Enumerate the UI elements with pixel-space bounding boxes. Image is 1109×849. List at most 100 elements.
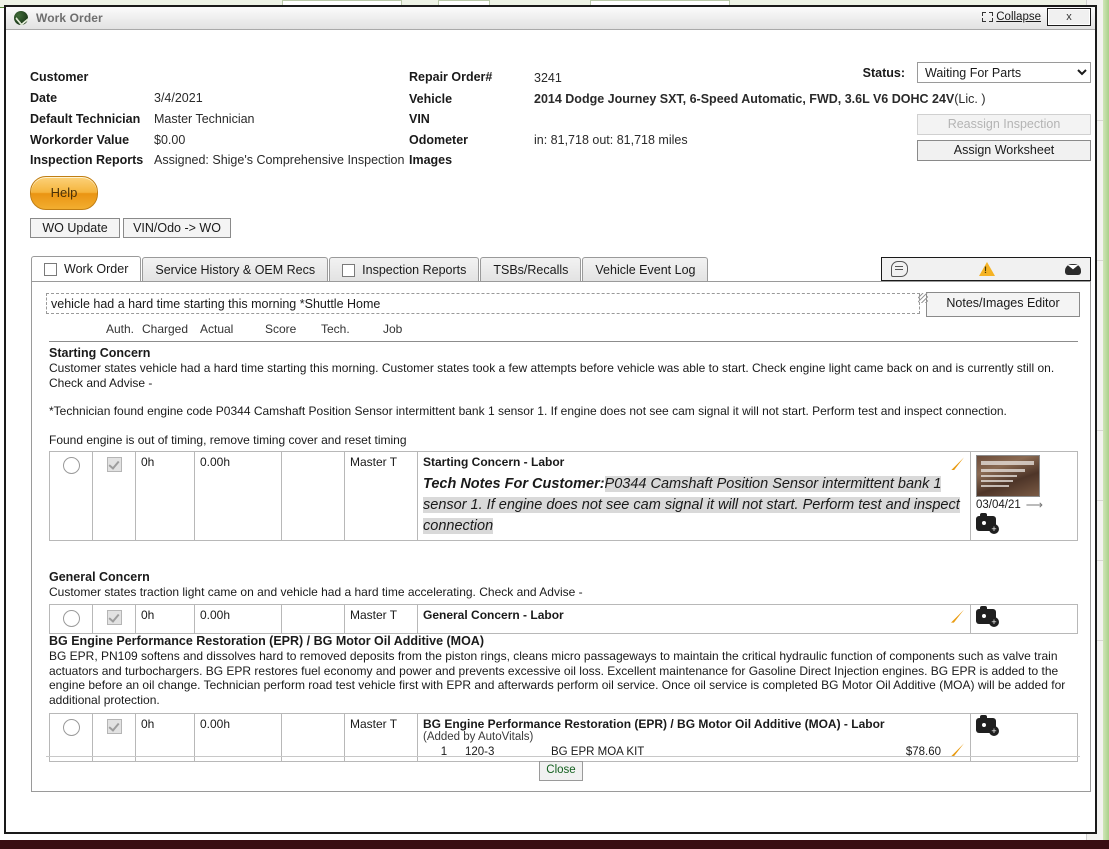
cell-auth: 0h [135,713,195,763]
help-button[interactable]: Help [30,176,98,210]
dialog-titlebar: Work Order Collapse x [6,7,1095,30]
collapse-button[interactable]: Collapse [982,11,1041,23]
dialog-body: Customer Date Default Technician Workord… [6,30,1095,832]
column-score: Score [265,322,297,336]
label-odometer: Odometer [409,133,469,147]
job-title: BG Engine Performance Restoration (EPR) … [423,717,885,732]
cell-images: + [970,713,1078,763]
job-title: General Concern - Labor [423,607,564,622]
job-photo-thumbnail[interactable] [976,455,1040,498]
job-approved-checkbox-cell [92,603,136,634]
collapse-label[interactable]: Collapse [996,11,1041,23]
label-customer: Customer [30,70,89,84]
vin-odo-to-wo-button[interactable]: VIN/Odo -> WO [123,218,231,238]
column-headers: Auth. Charged Actual Score Tech. Job [32,322,1090,342]
label-vehicle: Vehicle [409,92,453,106]
notes-resize-grip[interactable] [918,293,928,303]
table-row[interactable]: 0h 0.00h Master T BG Engine Performance … [49,713,1078,763]
tab-vehicle-event-log[interactable]: Vehicle Event Log [582,257,709,282]
section-body-line: Found engine is out of timing, remove ti… [49,432,407,447]
section-body-line: *Technician found engine code P0344 Cams… [49,404,1007,419]
assign-worksheet-button[interactable]: Assign Worksheet [917,140,1091,161]
cell-actual [281,603,345,634]
job-select-radio-cell[interactable] [49,713,93,763]
add-photo-camera-icon[interactable]: + [976,605,999,627]
job-select-radio-cell[interactable] [49,603,93,634]
cell-actual [281,451,345,542]
tab-bar: Work Order Service History & OEM Recs In… [31,256,709,282]
chat-bubble-icon[interactable] [891,261,908,277]
work-order-panel: Notes/Images Editor Auth. Charged Actual… [31,281,1091,792]
value-vehicle: 2014 Dodge Journey SXT, 6-Speed Automati… [534,92,986,106]
job-table: 0h 0.00h Master T General Concern - Labo… [49,603,1078,634]
add-photo-camera-icon[interactable]: + [976,513,999,535]
status-select[interactable]: Waiting For Parts [917,62,1091,83]
tab-inspection-reports[interactable]: Inspection Reports [329,257,480,282]
value-workorder-value: $0.00 [154,133,186,147]
notes-images-editor-button[interactable]: Notes/Images Editor [926,292,1080,317]
cell-tech: Master T [344,451,418,542]
section-body-line: BG EPR, PN109 softens and dissolves hard… [49,649,1066,707]
close-button[interactable]: Close [539,761,583,781]
background-green-edge [1103,0,1109,849]
value-date: 3/4/2021 [154,91,203,105]
cell-job: BG Engine Performance Restoration (EPR) … [417,713,971,763]
cell-auth: 0h [135,603,195,634]
photo-meta: 03/04/21 ⟶ [976,499,1072,512]
warning-triangle-icon[interactable] [978,262,995,276]
checkbox-checked-disabled-icon [106,609,122,625]
radio-icon[interactable] [62,719,80,737]
screen-root: Work Order Collapse x Customer Date Defa… [0,0,1109,849]
wo-update-button[interactable]: WO Update [30,218,120,238]
cell-charged: 0.00h [194,451,282,542]
column-job: Job [383,322,403,336]
value-inspection-reports: Assigned: Shige's Comprehensive Inspecti… [154,153,405,167]
tab-tsbs-recalls[interactable]: TSBs/Recalls [480,257,582,282]
job-table: 0h 0.00h Master T Starting Concern - Lab… [49,451,1078,542]
checkbox-checked-disabled-icon [106,457,122,473]
section-body-line: Customer states traction light came on a… [49,585,583,599]
section-bg-epr-moa: BG Engine Performance Restoration (EPR) … [49,634,1078,763]
label-inspection-reports: Inspection Reports [30,153,144,167]
section-starting-concern: Starting Concern Customer states vehicle… [49,346,1078,542]
tech-notes: Tech Notes For Customer:P0344 Camshaft P… [423,474,965,537]
share-arrow-icon[interactable]: ⟶ [1026,499,1043,511]
reassign-inspection-button: Reassign Inspection [917,114,1091,135]
work-order-logo-icon [14,11,28,25]
tab-service-history[interactable]: Service History & OEM Recs [142,257,329,282]
radio-icon[interactable] [62,609,80,627]
add-photo-camera-icon[interactable]: + [976,715,999,737]
label-date: Date [30,91,58,105]
cell-images: 03/04/21 ⟶ + [970,451,1078,542]
column-actual: Actual [200,322,234,336]
label-default-technician: Default Technician [30,112,141,126]
tab-tsbs-recalls-label: TSBs/Recalls [493,263,569,277]
column-rule [49,341,1078,342]
section-body-line: Customer states vehicle had a hard time … [49,361,1055,390]
photo-date: 03/04/21 [976,499,1021,512]
tab-vehicle-event-log-label: Vehicle Event Log [595,263,696,277]
footer-divider [46,756,1080,757]
cell-auth: 0h [135,451,195,542]
table-row[interactable]: 0h 0.00h Master T Starting Concern - Lab… [49,451,1078,542]
section-general-concern: General Concern Customer states traction… [49,570,1078,634]
value-repair-order: 3241 [534,71,562,85]
notes-input[interactable] [46,293,920,314]
cell-job: Starting Concern - Labor Tech Notes For … [417,451,971,542]
job-select-radio-cell[interactable] [49,451,93,542]
tab-inspection-reports-checkbox[interactable] [342,263,356,277]
close-window-button[interactable]: x [1047,8,1091,26]
mail-envelope-icon[interactable] [1065,263,1081,275]
column-tech: Tech. [321,322,350,336]
column-auth: Auth. [106,322,135,336]
cell-tech: Master T [344,603,418,634]
radio-icon[interactable] [62,457,80,475]
job-approved-checkbox-cell [92,713,136,763]
tab-work-order-checkbox[interactable] [44,262,57,276]
tech-notes-label: Tech Notes For Customer: [423,476,605,493]
tab-work-order[interactable]: Work Order [31,256,142,282]
table-row[interactable]: 0h 0.00h Master T General Concern - Labo… [49,603,1078,634]
tab-inspection-reports-label: Inspection Reports [362,263,467,277]
cell-charged: 0.00h [194,713,282,763]
job-title: Starting Concern - Labor [423,455,565,470]
